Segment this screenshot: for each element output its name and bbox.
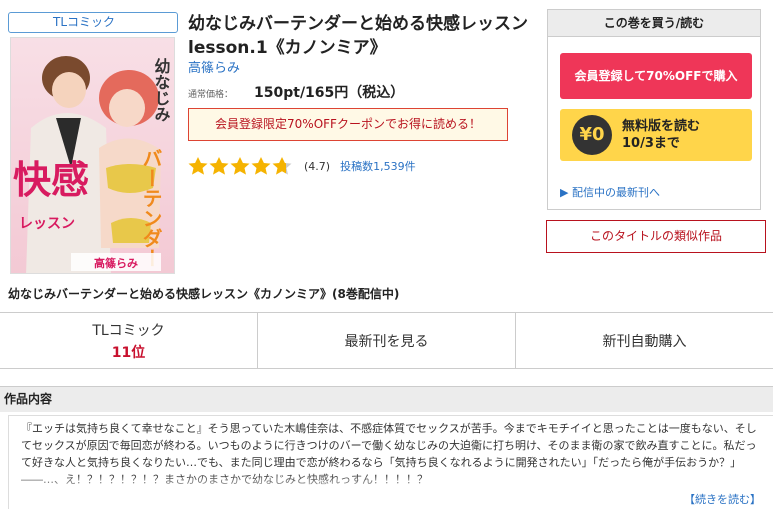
star-icon [188,157,208,175]
star-icon [209,157,229,175]
cover-title-1: 幼なじみ [152,57,171,122]
cover-title-sub: レッスン [19,216,75,232]
rating-value: (4.7) [304,159,331,173]
free-read-line1: 無料版を読む [622,119,701,134]
cover-title-big: 快感 [13,158,89,202]
coupon-banner[interactable]: 会員登録限定70%OFFクーポンでお得に読める！ [188,108,508,141]
description-fade [9,474,773,496]
star-icon [272,157,292,175]
description-box: 『エッチは気持ち良くて幸せなこと』そう思っていた木嶋佳奈は、不感症体質でセックス… [8,415,773,509]
latest-volume-link[interactable]: ▶ 配信中の最新刊へ [560,184,660,200]
free-read-text: 無料版を読む 10/3まで [622,118,700,152]
free-read-line2: 10/3まで [622,136,680,151]
cover-title-2: バーテンダー [139,148,163,268]
star-icon [230,157,250,175]
review-count-link[interactable]: 投稿数1,539件 [340,158,416,174]
similar-titles-button[interactable]: このタイトルの類似作品 [546,220,766,253]
cover-image[interactable]: 幼なじみ バーテンダー 快感 レッスン 高篠らみ [10,37,175,274]
price-value: 150pt/165円（税込） [254,85,405,101]
ranking-value: 11位 [111,344,146,361]
rating-stars [188,156,292,176]
price-label: 通常価格： [188,90,234,100]
ranking-label: TLコミック [92,322,165,339]
auto-purchase-label: 新刊自動購入 [602,333,687,350]
buy-panel-header: この巻を買う/読む [548,10,760,37]
buy-panel: この巻を買う/読む 会員登録して70%OFFで購入 ¥0 無料版を読む 10/3… [547,9,761,210]
read-more-link[interactable]: 【続きを読む】 [684,491,761,507]
latest-volume-label: 最新刊を見る [344,333,429,350]
genre-tag[interactable]: TLコミック [8,12,178,33]
series-title: 幼なじみバーテンダーと始める快感レッスン《カノンミア》(8巻配信中) [8,287,400,301]
free-read-button[interactable]: ¥0 無料版を読む 10/3まで [560,109,752,161]
yen-zero-icon: ¥0 [572,115,612,155]
rating-row: (4.7) 投稿数1,539件 [188,153,416,179]
member-purchase-button[interactable]: 会員登録して70%OFFで購入 [560,53,752,99]
author-link[interactable]: 高篠らみ [188,57,240,76]
price-row: 通常価格： 150pt/165円（税込） [188,82,404,102]
ranking-button[interactable]: TLコミック 11位 [0,313,257,368]
auto-purchase-button[interactable]: 新刊自動購入 [515,313,773,368]
action-row: TLコミック 11位 最新刊を見る 新刊自動購入 [0,312,773,369]
latest-volume-button[interactable]: 最新刊を見る [257,313,515,368]
product-title: 幼なじみバーテンダーと始める快感レッスン lesson.1《カノンミア》 [188,14,528,58]
description-heading: 作品内容 [0,386,773,412]
cover-author: 高篠らみ [94,256,138,270]
star-icon [251,157,271,175]
